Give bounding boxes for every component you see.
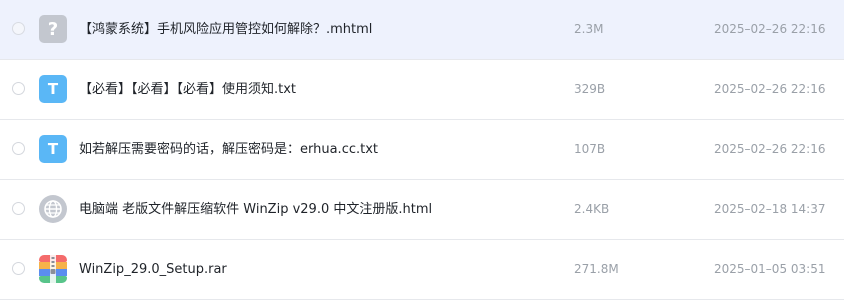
file-date: 2025–02–26 22:16 [714, 82, 826, 96]
file-name[interactable]: 【必看】【必看】【必看】使用须知.txt [79, 60, 296, 119]
row-checkbox[interactable] [12, 202, 25, 215]
file-name[interactable]: 【鸿蒙系统】手机风险应用管控如何解除？.mhtml [79, 0, 372, 59]
file-date: 2025–02–18 14:37 [714, 202, 826, 216]
text-file-icon: T [39, 135, 67, 163]
file-row[interactable]: WinZip_29.0_Setup.rar 271.8M 2025–01–05 … [0, 240, 844, 300]
file-date: 2025–02–26 22:16 [714, 22, 826, 36]
text-file-icon: T [39, 75, 67, 103]
globe-icon [39, 195, 67, 223]
file-name[interactable]: 如若解压需要密码的话，解压密码是：erhua.cc.txt [79, 120, 378, 179]
file-row[interactable]: ? 【鸿蒙系统】手机风险应用管控如何解除？.mhtml 2.3M 2025–02… [0, 0, 844, 60]
file-name[interactable]: WinZip_29.0_Setup.rar [79, 240, 227, 299]
unknown-file-icon: ? [39, 15, 67, 43]
file-size: 107B [574, 142, 606, 156]
file-row[interactable]: T 如若解压需要密码的话，解压密码是：erhua.cc.txt 107B 202… [0, 120, 844, 180]
file-row[interactable]: T 【必看】【必看】【必看】使用须知.txt 329B 2025–02–26 2… [0, 60, 844, 120]
file-date: 2025–02–26 22:16 [714, 142, 826, 156]
row-checkbox[interactable] [12, 142, 25, 155]
file-size: 271.8M [574, 262, 619, 276]
row-checkbox[interactable] [12, 22, 25, 35]
file-name[interactable]: 电脑端 老版文件解压缩软件 WinZip v29.0 中文注册版.html [79, 180, 432, 239]
row-checkbox[interactable] [12, 82, 25, 95]
file-size: 2.3M [574, 22, 604, 36]
row-checkbox[interactable] [12, 262, 25, 275]
file-date: 2025–01–05 03:51 [714, 262, 826, 276]
file-size: 2.4KB [574, 202, 610, 216]
file-list: ? 【鸿蒙系统】手机风险应用管控如何解除？.mhtml 2.3M 2025–02… [0, 0, 844, 300]
file-size: 329B [574, 82, 606, 96]
file-row[interactable]: 电脑端 老版文件解压缩软件 WinZip v29.0 中文注册版.html 2.… [0, 180, 844, 240]
archive-icon [39, 255, 67, 283]
